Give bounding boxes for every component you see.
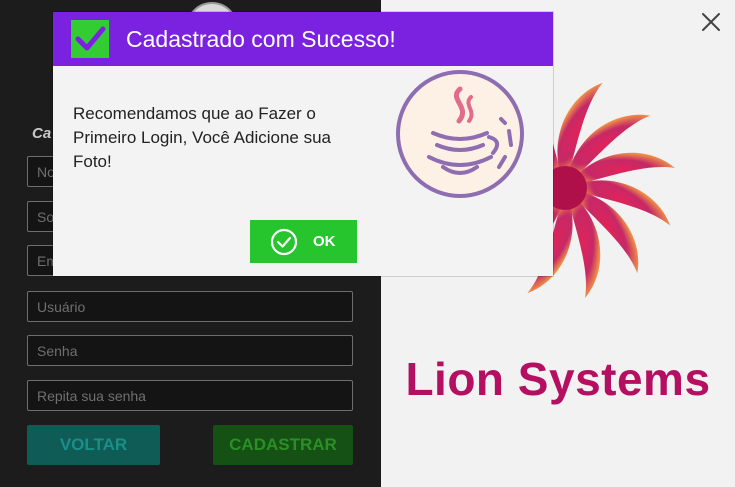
success-dialog: Cadastrado com Sucesso! Recomendamos que… [53,12,553,276]
confirm-password-field[interactable] [27,380,353,411]
ok-button[interactable]: OK [250,220,357,263]
brand-name: Lion Systems [405,353,711,405]
username-field[interactable] [27,291,353,322]
check-icon [71,20,109,58]
confirm-password-input[interactable] [28,381,352,410]
password-field[interactable] [27,335,353,366]
dialog-header: Cadastrado com Sucesso! [53,12,553,66]
dialog-message: Recomendamos que ao Fazer o Primeiro Log… [73,104,331,171]
register-button[interactable]: CADASTRAR [213,425,353,465]
username-input[interactable] [28,292,352,321]
password-input[interactable] [28,336,352,365]
back-button[interactable]: VOLTAR [27,425,160,465]
dialog-title: Cadastrado com Sucesso! [126,26,396,52]
check-circle-icon [270,228,298,256]
form-title: Ca [32,125,52,142]
java-logo-icon [396,70,524,198]
close-icon[interactable] [697,8,725,36]
ok-label: OK [313,233,336,250]
